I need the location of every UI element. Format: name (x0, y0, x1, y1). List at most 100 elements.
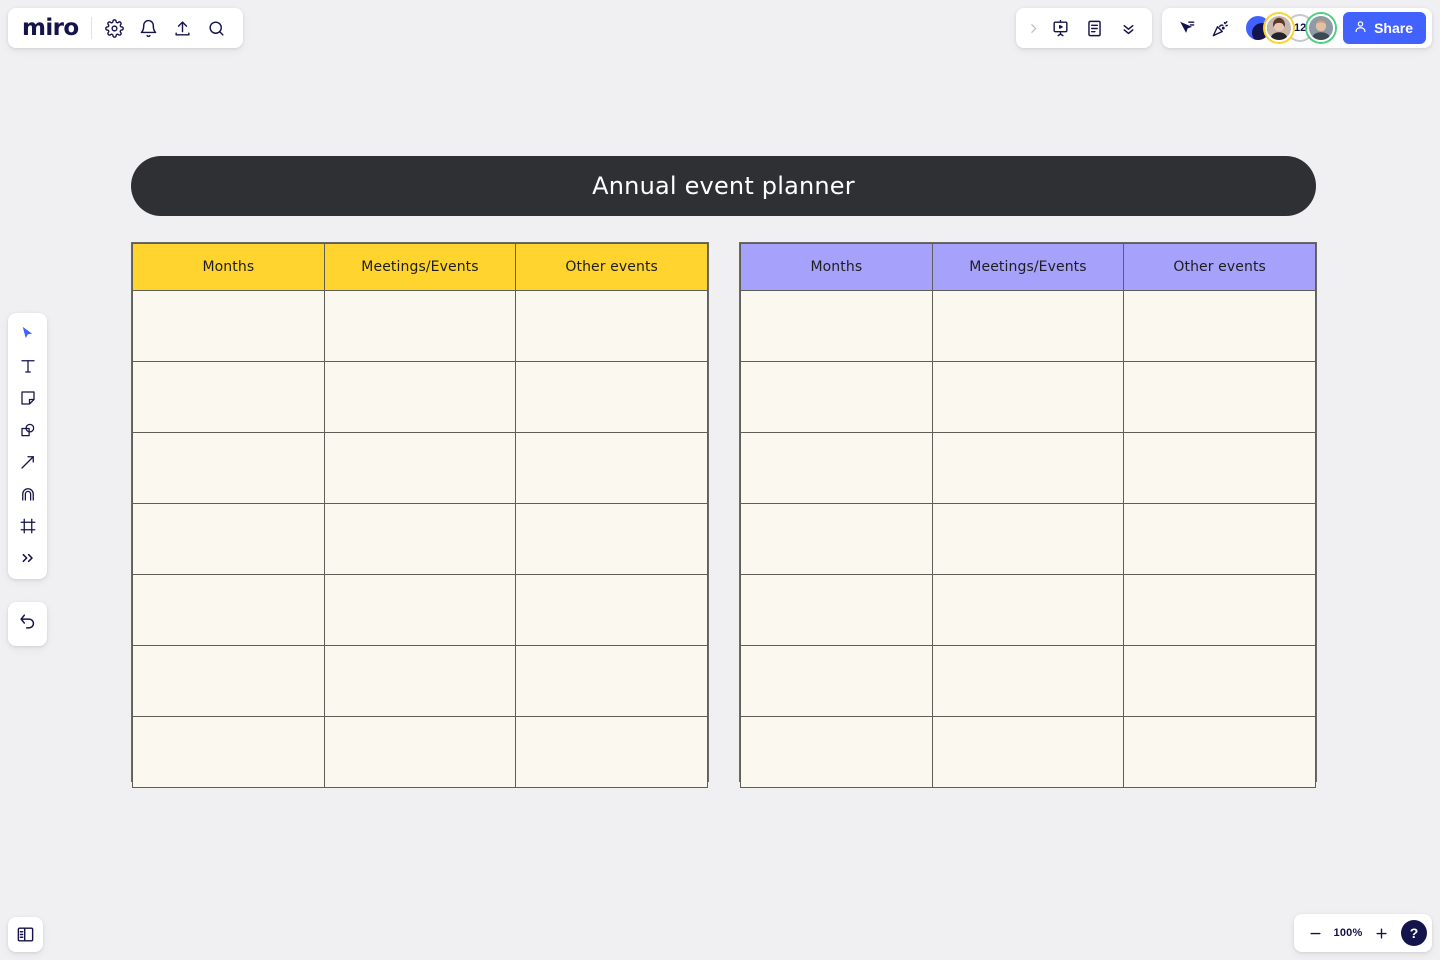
cell[interactable] (931, 716, 1125, 788)
zoom-out-button[interactable] (1303, 921, 1327, 945)
upload-icon[interactable] (167, 12, 199, 44)
table-grid-right: Months Meetings/Events Other events (740, 243, 1316, 788)
table-row (740, 290, 1316, 362)
cell[interactable] (931, 361, 1125, 433)
cell[interactable] (931, 503, 1125, 575)
board-title-banner[interactable]: Annual event planner (131, 156, 1316, 216)
cell[interactable] (931, 432, 1125, 504)
cursor-share-icon[interactable] (1170, 12, 1202, 44)
cell[interactable] (323, 432, 517, 504)
cell[interactable] (740, 432, 933, 504)
notifications-bell-icon[interactable] (133, 12, 165, 44)
cell[interactable] (1123, 432, 1316, 504)
creation-toolbar (8, 313, 47, 579)
cell[interactable] (323, 503, 517, 575)
connector-arrow-tool[interactable] (12, 447, 44, 477)
table-row (132, 290, 708, 362)
column-header-meetings-events[interactable]: Meetings/Events (931, 243, 1125, 291)
table-header-row: Months Meetings/Events Other events (132, 243, 708, 291)
toolbar-divider (90, 17, 92, 39)
cell[interactable] (740, 645, 933, 717)
cell[interactable] (515, 361, 708, 433)
cell[interactable] (931, 574, 1125, 646)
cell[interactable] (323, 716, 517, 788)
cell[interactable] (323, 361, 517, 433)
table-body-left (132, 290, 708, 788)
celebrate-confetti-icon[interactable] (1204, 12, 1236, 44)
cell[interactable] (132, 432, 325, 504)
miro-logo[interactable]: miro (22, 15, 79, 41)
chevron-double-down-icon[interactable] (1112, 12, 1144, 44)
shapes-tool[interactable] (12, 415, 44, 445)
avatar-user-1[interactable] (1265, 14, 1294, 42)
presentation-icon[interactable] (1044, 12, 1076, 44)
cell[interactable] (1123, 574, 1316, 646)
search-icon[interactable] (201, 12, 233, 44)
board-tools-bar (1016, 8, 1153, 48)
zoom-controls: 100% ? (1294, 914, 1432, 952)
planner-table-right[interactable]: Months Meetings/Events Other events (739, 242, 1317, 788)
avatar-user-2[interactable] (1307, 14, 1336, 42)
cell[interactable] (132, 645, 325, 717)
frame-tool[interactable] (12, 511, 44, 541)
table-row (132, 645, 708, 717)
table-header-row: Months Meetings/Events Other events (740, 243, 1316, 291)
collaborator-avatars: 12 (1244, 14, 1336, 42)
cell[interactable] (931, 290, 1125, 362)
cell[interactable] (515, 290, 708, 362)
table-row (132, 574, 708, 646)
person-icon (1353, 19, 1368, 37)
cell[interactable] (931, 645, 1125, 717)
table-body-right (740, 290, 1316, 788)
cell[interactable] (515, 716, 708, 788)
cell[interactable] (740, 290, 933, 362)
column-header-other-events[interactable]: Other events (1123, 243, 1316, 291)
cell[interactable] (1123, 503, 1316, 575)
cell[interactable] (1123, 361, 1316, 433)
cell[interactable] (740, 716, 933, 788)
pen-tool[interactable] (12, 479, 44, 509)
cell[interactable] (740, 361, 933, 433)
sticky-note-tool[interactable] (12, 383, 44, 413)
cell[interactable] (132, 574, 325, 646)
top-right-toolbars: 12 Share (1016, 8, 1432, 48)
expand-chevron-right-icon[interactable] (1024, 22, 1042, 35)
help-button[interactable]: ? (1401, 920, 1427, 946)
cell[interactable] (1123, 716, 1316, 788)
table-row (132, 361, 708, 433)
column-header-months[interactable]: Months (132, 243, 325, 291)
column-header-other-events[interactable]: Other events (515, 243, 708, 291)
share-button[interactable]: Share (1343, 12, 1426, 44)
text-tool[interactable] (12, 351, 44, 381)
cell[interactable] (132, 503, 325, 575)
cell[interactable] (515, 645, 708, 717)
table-row (132, 503, 708, 575)
cell[interactable] (1123, 645, 1316, 717)
more-tools-chevrons[interactable] (12, 543, 44, 573)
share-button-label: Share (1374, 20, 1413, 36)
cell[interactable] (323, 645, 517, 717)
top-left-toolbar: miro (8, 8, 243, 48)
zoom-level-label[interactable]: 100% (1331, 927, 1365, 939)
cell[interactable] (323, 290, 517, 362)
cell[interactable] (1123, 290, 1316, 362)
cell[interactable] (515, 574, 708, 646)
cell[interactable] (323, 574, 517, 646)
cell[interactable] (132, 716, 325, 788)
settings-gear-icon[interactable] (99, 12, 131, 44)
column-header-months[interactable]: Months (740, 243, 933, 291)
planner-table-left[interactable]: Months Meetings/Events Other events (131, 242, 709, 788)
column-header-meetings-events[interactable]: Meetings/Events (323, 243, 517, 291)
cell[interactable] (740, 574, 933, 646)
panel-toggle-button[interactable] (8, 917, 43, 952)
table-row (740, 716, 1316, 788)
zoom-in-button[interactable] (1369, 921, 1393, 945)
cell[interactable] (740, 503, 933, 575)
notes-document-icon[interactable] (1078, 12, 1110, 44)
select-cursor-tool[interactable] (12, 319, 44, 349)
cell[interactable] (515, 503, 708, 575)
cell[interactable] (132, 361, 325, 433)
undo-button[interactable] (8, 602, 47, 646)
cell[interactable] (515, 432, 708, 504)
cell[interactable] (132, 290, 325, 362)
